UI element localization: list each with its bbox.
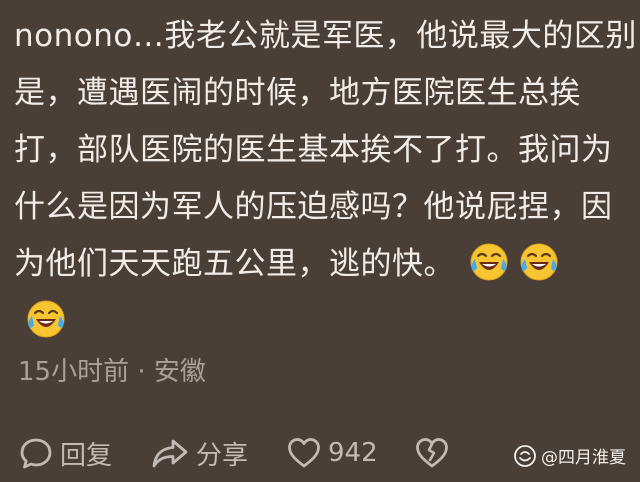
comment-line: nonono…我老公就是军医，他说最大的区别 [14, 18, 637, 54]
comment-line: 是，遭遇医闹的时候，地方医院医生总挨 [14, 75, 581, 111]
comment-line: 打，部队医院的医生基本挨不了打。我问为 [14, 132, 613, 168]
heart-icon [288, 438, 320, 468]
comment-time: 15小时前 [18, 357, 130, 387]
reply-label: 回复 [60, 440, 113, 471]
comment-line: 什么是因为军人的压迫感吗？他说屁捏，因 [14, 189, 613, 225]
like-count: 942 [328, 438, 378, 468]
comment-line-last: 为他们天天跑五公里，逃的快。 [14, 236, 640, 293]
share-button[interactable]: 分享 [150, 432, 248, 474]
reply-button[interactable]: 回复 [18, 432, 112, 474]
laughing-crying-emoji-icon [470, 243, 508, 281]
comment-emoji-line [14, 293, 640, 350]
speech-bubble-icon [20, 438, 52, 469]
laughing-crying-emoji-icon [27, 300, 65, 338]
dislike-button[interactable] [414, 432, 450, 474]
comment-meta: 15小时前 · 安徽 [18, 352, 206, 392]
comment-location: 安徽 [153, 357, 206, 387]
author-watermark: @四月淮夏 [514, 443, 626, 468]
watermark-text: @四月淮夏 [541, 448, 626, 468]
laughing-crying-emoji-icon [520, 243, 558, 281]
comment-body: nonono…我老公就是军医，他说最大的区别 是，遭遇医闹的时候，地方医院医生总… [14, 8, 640, 350]
meta-separator: · [137, 357, 146, 387]
like-button[interactable]: 942 [286, 432, 378, 474]
comment-line-text: 为他们天天跑五公里，逃的快。 [14, 246, 455, 282]
share-arrow-icon [152, 439, 188, 468]
platform-logo-icon [514, 444, 536, 467]
share-label: 分享 [196, 440, 249, 471]
broken-heart-icon [416, 438, 448, 468]
